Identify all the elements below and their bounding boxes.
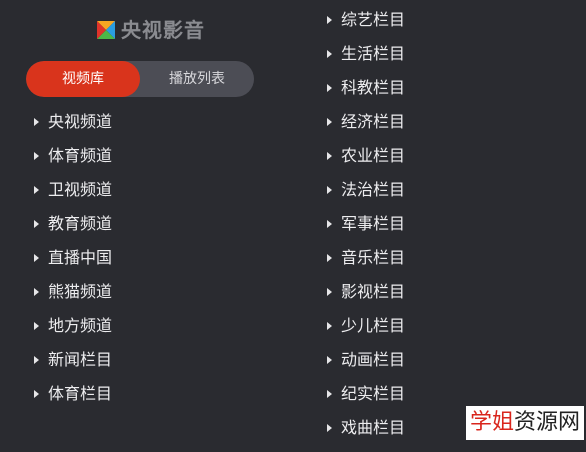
list-item-documentary-programs[interactable]: 纪实栏目 [327,377,405,411]
caret-right-icon [327,152,332,160]
caret-right-icon [34,390,39,398]
cctv-play-logo-icon [97,21,115,39]
caret-right-icon [34,186,39,194]
watermark-part-1: 学姐 [469,410,514,435]
list-item-military-programs[interactable]: 军事栏目 [327,207,405,241]
caret-right-icon [34,254,39,262]
caret-right-icon [327,16,332,24]
list-item-variety-programs[interactable]: 综艺栏目 [327,3,405,37]
site-watermark: 学姐 资源网 [465,406,584,440]
list-item-live-china[interactable]: 直播中国 [34,241,112,275]
caret-right-icon [327,390,332,398]
list-item-economy-programs[interactable]: 经济栏目 [327,105,405,139]
list-item-sports-channels[interactable]: 体育频道 [34,139,112,173]
watermark-part-2: 资源网 [513,410,580,435]
list-item-film-programs[interactable]: 影视栏目 [327,275,405,309]
caret-right-icon [327,424,332,432]
list-item-music-programs[interactable]: 音乐栏目 [327,241,405,275]
list-item-news-programs[interactable]: 新闻栏目 [34,343,112,377]
logo-text: 央视影音 [121,18,205,42]
caret-right-icon [34,288,39,296]
caret-right-icon [34,152,39,160]
list-item-panda-channels[interactable]: 熊猫频道 [34,275,112,309]
list-item-kids-programs[interactable]: 少儿栏目 [327,309,405,343]
caret-right-icon [327,288,332,296]
caret-right-icon [327,118,332,126]
channel-list-right: 综艺栏目 生活栏目 科教栏目 经济栏目 农业栏目 法治栏目 军事栏目 音乐栏目 … [327,3,405,445]
list-item-education-channels[interactable]: 教育频道 [34,207,112,241]
caret-right-icon [327,220,332,228]
caret-right-icon [34,356,39,364]
library-tabs: 视频库 播放列表 [26,61,254,97]
caret-right-icon [327,50,332,58]
list-item-science-programs[interactable]: 科教栏目 [327,71,405,105]
caret-right-icon [327,186,332,194]
list-item-lifestyle-programs[interactable]: 生活栏目 [327,37,405,71]
caret-right-icon [327,322,332,330]
list-item-animation-programs[interactable]: 动画栏目 [327,343,405,377]
list-item-satellite-channels[interactable]: 卫视频道 [34,173,112,207]
caret-right-icon [34,220,39,228]
list-item-law-programs[interactable]: 法治栏目 [327,173,405,207]
list-item-opera-programs[interactable]: 戏曲栏目 [327,411,405,445]
list-item-local-channels[interactable]: 地方频道 [34,309,112,343]
caret-right-icon [327,254,332,262]
tab-video-library[interactable]: 视频库 [26,61,140,97]
list-item-agriculture-programs[interactable]: 农业栏目 [327,139,405,173]
caret-right-icon [34,322,39,330]
caret-right-icon [34,118,39,126]
list-item-sports-programs[interactable]: 体育栏目 [34,377,112,411]
channel-list-left: 央视频道 体育频道 卫视频道 教育频道 直播中国 熊猫频道 地方频道 新闻栏目 … [34,105,112,411]
app-logo: 央视影音 [95,17,205,43]
caret-right-icon [327,356,332,364]
caret-right-icon [327,84,332,92]
tab-playlist[interactable]: 播放列表 [140,61,254,97]
list-item-cctv-channels[interactable]: 央视频道 [34,105,112,139]
